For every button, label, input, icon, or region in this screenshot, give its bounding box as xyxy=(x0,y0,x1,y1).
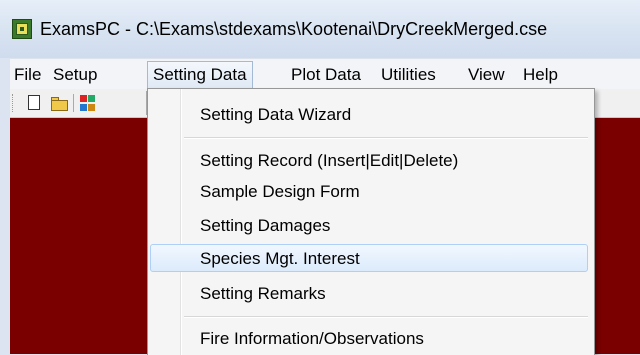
menu-separator xyxy=(184,137,588,139)
setting-data-dropdown: Setting Data Wizard Setting Record (Inse… xyxy=(147,88,595,355)
menu-setup[interactable]: Setup xyxy=(53,65,97,85)
menu-item-setting-data-wizard[interactable]: Setting Data Wizard xyxy=(200,105,351,125)
open-folder-icon[interactable] xyxy=(50,93,70,113)
window-frame-left xyxy=(0,58,10,354)
menu-item-species-mgt-interest[interactable]: Species Mgt. Interest xyxy=(200,249,360,269)
menu-item-setting-record[interactable]: Setting Record (Insert|Edit|Delete) xyxy=(200,151,458,171)
window-title: ExamsPC - C:\Exams\stdexams\Kootenai\Dry… xyxy=(40,19,548,39)
swap-icon[interactable] xyxy=(78,93,98,113)
menu-view[interactable]: View xyxy=(468,65,505,85)
menu-utilities[interactable]: Utilities xyxy=(381,65,436,85)
menu-bar: File Setup Setting Data Plot Data Utilit… xyxy=(10,58,640,89)
menu-item-setting-damages[interactable]: Setting Damages xyxy=(200,216,330,236)
menu-gutter xyxy=(180,89,182,355)
app-logo-icon[interactable] xyxy=(12,19,32,39)
menu-file[interactable]: File xyxy=(14,65,41,85)
menu-item-sample-design-form[interactable]: Sample Design Form xyxy=(200,182,360,202)
title-bar: ExamsPC - C:\Exams\stdexams\Kootenai\Dry… xyxy=(0,0,640,58)
menu-separator xyxy=(184,316,588,318)
toolbar-grip[interactable] xyxy=(12,94,15,112)
menu-help[interactable]: Help xyxy=(523,65,558,85)
toolbar-separator xyxy=(73,94,74,112)
menu-plot-data[interactable]: Plot Data xyxy=(291,65,361,85)
menu-setting-data[interactable]: Setting Data xyxy=(147,61,253,88)
menu-item-fire-information[interactable]: Fire Information/Observations xyxy=(200,329,424,349)
new-document-icon[interactable] xyxy=(24,93,44,113)
menu-item-setting-remarks[interactable]: Setting Remarks xyxy=(200,284,326,304)
